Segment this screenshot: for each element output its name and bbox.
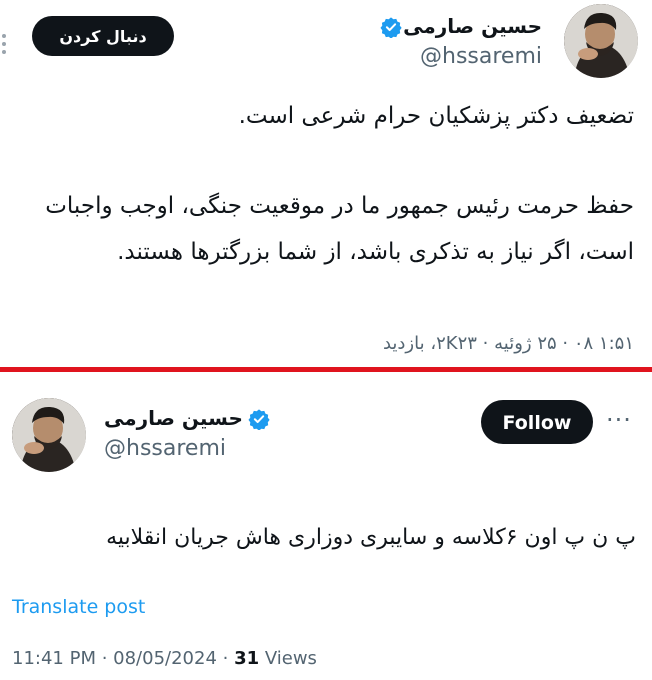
views-label: Views	[259, 648, 317, 669]
translate-post-link[interactable]: Translate post	[12, 596, 145, 618]
avatar-portrait-icon	[12, 398, 86, 472]
left-edge-dots	[2, 30, 10, 58]
avatar[interactable]	[12, 398, 86, 472]
tweet-text: پ ن پ اون ۶کلاسه و سایبری دوزاری هاش جری…	[106, 525, 636, 550]
author-name[interactable]: حسین صارمی	[403, 14, 542, 38]
more-options-icon[interactable]: ···	[606, 406, 632, 434]
follow-button-fa[interactable]: دنبال کردن	[32, 16, 174, 56]
avatar[interactable]	[564, 4, 638, 78]
tweet-text-2: حفظ حرمت رئیس جمهور ما در موقعیت جنگی، ا…	[37, 193, 634, 265]
tweet-text-1: تضعیف دکتر پزشکیان حرام شرعی است.	[238, 103, 634, 129]
author-name[interactable]: حسین صارمی	[104, 406, 243, 430]
author-handle[interactable]: @hssaremi	[104, 436, 226, 461]
time-text: 11:41 PM · 08/05/2024 ·	[12, 648, 235, 669]
tweet-meta: ۱:۵۱ ۰۸ · ۲۵ ژوئیه · ۲K۲۳، بازدید	[382, 333, 634, 354]
follow-button[interactable]: Follow	[481, 400, 593, 444]
tweet-timestamp: 11:41 PM · 08/05/2024 · 31 Views	[12, 648, 317, 669]
verified-badge-icon	[380, 17, 402, 38]
avatar-portrait-icon	[564, 4, 638, 78]
views-count: 31	[234, 648, 260, 669]
verified-badge-icon	[248, 409, 270, 430]
bottom-tweet: حسین صارمی @hssaremi Follow ··· پ ن پ او…	[0, 372, 652, 680]
top-tweet: دنبال کردن حسین صارمی @hssaremi تضعیف دک…	[0, 0, 652, 368]
author-handle[interactable]: @hssaremi	[420, 44, 542, 69]
